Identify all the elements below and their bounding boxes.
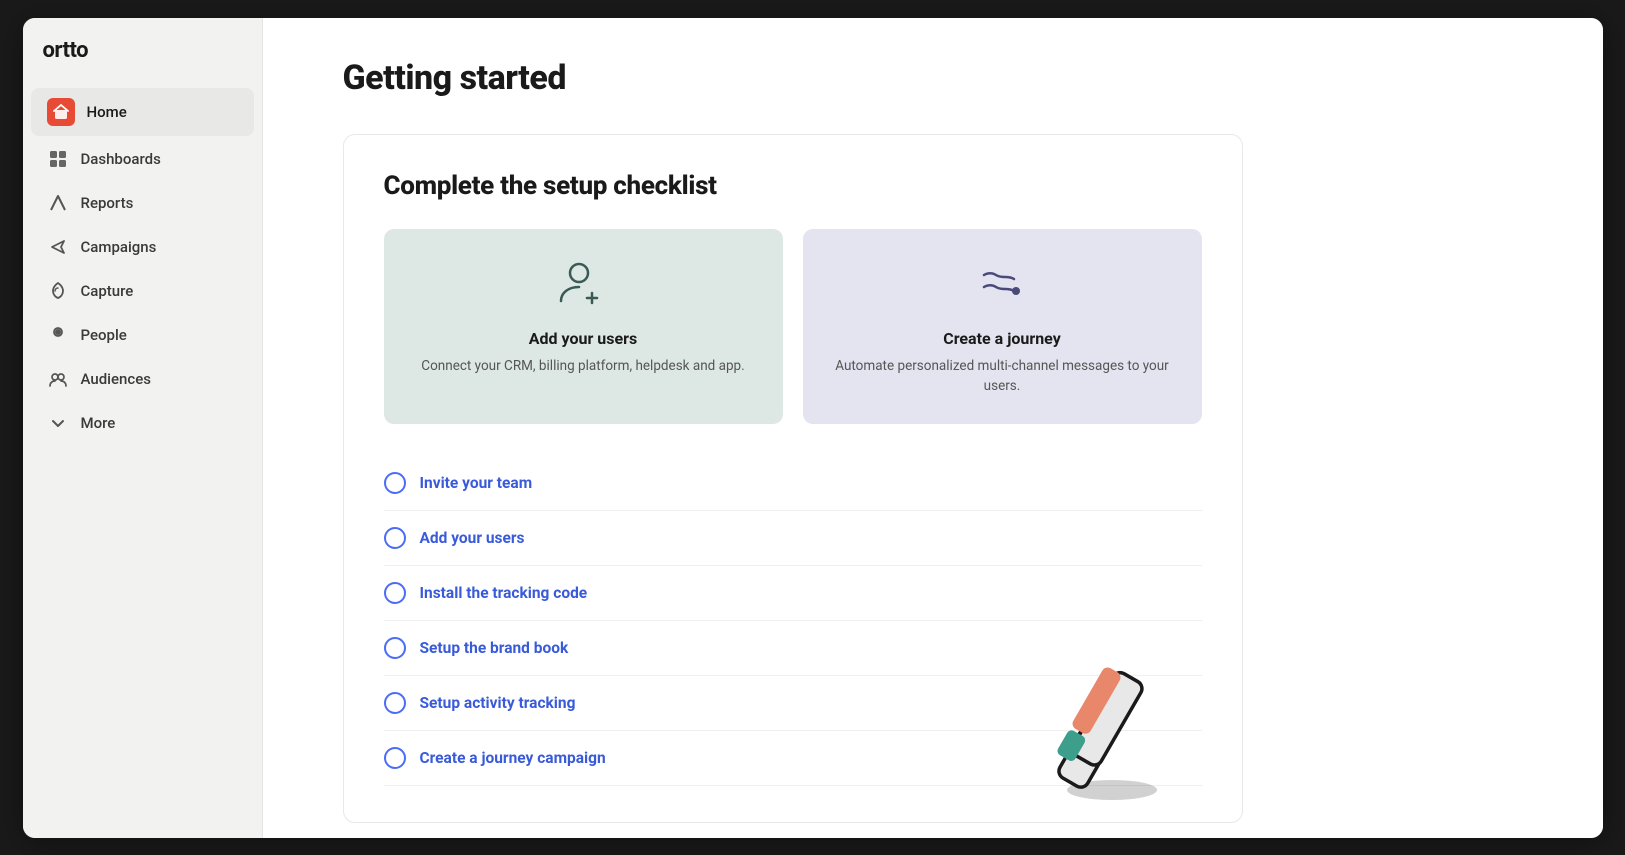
more-icon <box>47 412 69 434</box>
sidebar-item-people-label: People <box>81 326 127 344</box>
checklist-item-tracking-code[interactable]: Install the tracking code <box>384 566 1202 621</box>
sidebar-item-audiences-label: Audiences <box>81 370 151 388</box>
checklist-item-invite-team[interactable]: Invite your team <box>384 456 1202 511</box>
add-users-checkbox[interactable] <box>384 527 406 549</box>
sidebar-item-capture[interactable]: Capture <box>31 270 254 312</box>
campaigns-icon <box>47 236 69 258</box>
create-journey-icon <box>976 257 1028 313</box>
checklist-item-add-users[interactable]: Add your users <box>384 511 1202 566</box>
audiences-icon <box>47 368 69 390</box>
brand-book-checkbox[interactable] <box>384 637 406 659</box>
create-journey-card[interactable]: Create a journey Automate personalized m… <box>803 229 1202 425</box>
people-icon <box>47 324 69 346</box>
checklist-item-brand-book[interactable]: Setup the brand book <box>384 621 1202 676</box>
sidebar-item-reports[interactable]: Reports <box>31 182 254 224</box>
page-title: Getting started <box>343 58 1523 98</box>
tracking-code-checkbox[interactable] <box>384 582 406 604</box>
sidebar-item-home-label: Home <box>87 103 127 121</box>
create-journey-card-desc: Automate personalized multi-channel mess… <box>827 356 1178 397</box>
dashboards-icon <box>47 148 69 170</box>
invite-team-checkbox[interactable] <box>384 472 406 494</box>
add-users-card-desc: Connect your CRM, billing platform, help… <box>421 356 744 376</box>
invite-team-label: Invite your team <box>420 474 533 492</box>
sidebar-item-campaigns[interactable]: Campaigns <box>31 226 254 268</box>
sidebar-item-home[interactable]: Home <box>31 88 254 136</box>
sidebar-item-campaigns-label: Campaigns <box>81 238 157 256</box>
activity-tracking-label: Setup activity tracking <box>420 694 576 712</box>
reports-icon <box>47 192 69 214</box>
home-icon <box>47 98 75 126</box>
checklist-item-activity-tracking[interactable]: Setup activity tracking <box>384 676 1202 731</box>
tracking-code-label: Install the tracking code <box>420 584 588 602</box>
cards-row: Add your users Connect your CRM, billing… <box>384 229 1202 425</box>
checklist-item-journey-campaign[interactable]: Create a journey campaign <box>384 731 1202 786</box>
sidebar-item-more[interactable]: More <box>31 402 254 444</box>
checklist-title: Complete the setup checklist <box>384 171 1202 201</box>
add-users-icon <box>557 257 609 313</box>
sidebar-item-reports-label: Reports <box>81 194 134 212</box>
activity-tracking-checkbox[interactable] <box>384 692 406 714</box>
checklist-items: Invite your team Add your users Install … <box>384 456 1202 786</box>
add-users-label: Add your users <box>420 529 525 547</box>
main-content: Getting started Complete the setup check… <box>263 18 1603 838</box>
app-window: ortto Home Dashboards <box>23 18 1603 838</box>
sidebar: ortto Home Dashboards <box>23 18 263 838</box>
sidebar-item-audiences[interactable]: Audiences <box>31 358 254 400</box>
add-users-card-label: Add your users <box>529 329 637 348</box>
capture-icon <box>47 280 69 302</box>
create-journey-card-label: Create a journey <box>943 329 1061 348</box>
sidebar-item-people[interactable]: People <box>31 314 254 356</box>
add-users-card[interactable]: Add your users Connect your CRM, billing… <box>384 229 783 425</box>
brand-book-label: Setup the brand book <box>420 639 569 657</box>
journey-campaign-label: Create a journey campaign <box>420 749 606 767</box>
sidebar-item-dashboards[interactable]: Dashboards <box>31 138 254 180</box>
journey-campaign-checkbox[interactable] <box>384 747 406 769</box>
app-logo: ortto <box>23 38 262 87</box>
sidebar-item-capture-label: Capture <box>81 282 134 300</box>
sidebar-item-dashboards-label: Dashboards <box>81 150 161 168</box>
sidebar-item-more-label: More <box>81 414 116 432</box>
checklist-section: Complete the setup checklist Add your us… <box>343 134 1243 824</box>
